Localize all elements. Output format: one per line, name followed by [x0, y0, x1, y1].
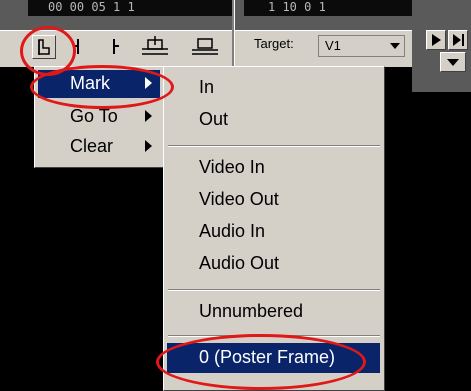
menu-item-label: Mark — [70, 73, 110, 93]
overlay-edit-icon — [192, 38, 218, 55]
menu-item-goto[interactable]: Go To — [38, 103, 160, 131]
submenu-item-label: Audio Out — [199, 253, 280, 273]
submenu-item-label: Out — [199, 109, 229, 129]
right-control-panel — [412, 0, 471, 92]
menu-item-mark[interactable]: Mark — [38, 70, 160, 98]
play-icon — [432, 34, 441, 46]
target-value: V1 — [325, 38, 341, 53]
menu-separator — [168, 335, 380, 337]
play-button[interactable] — [426, 30, 446, 50]
chevron-down-icon — [390, 43, 400, 49]
menu-item-clear[interactable]: Clear — [38, 133, 160, 161]
overlay-edit-button[interactable] — [190, 35, 220, 57]
submenu-item-label: Audio In — [199, 221, 266, 241]
mark-in-icon — [73, 39, 79, 54]
mark-in-button[interactable] — [66, 35, 88, 57]
menu-separator — [168, 289, 380, 291]
submenu-item-audio-out[interactable]: Audio Out — [167, 249, 380, 279]
target-select[interactable]: V1 — [318, 35, 405, 57]
timecode-left: 00 00 05 1 1 — [28, 0, 234, 16]
insert-edit-button[interactable] — [140, 35, 170, 57]
submenu-item-label: Video Out — [199, 189, 279, 209]
submenu-arrow-icon — [145, 140, 152, 152]
submenu-item-label: In — [199, 77, 215, 97]
mark-out-button[interactable] — [104, 35, 126, 57]
mark-clip-icon — [38, 39, 50, 55]
submenu-arrow-icon — [145, 110, 152, 122]
scroll-down-button[interactable] — [440, 52, 466, 72]
forward-icon — [453, 34, 464, 46]
context-menu: Mark Go To Clear — [34, 66, 164, 168]
submenu-item-out[interactable]: Out — [167, 105, 380, 135]
timecode-right: 1 10 0 1 — [244, 0, 436, 16]
target-label: Target: — [254, 36, 294, 51]
submenu-item-unnumbered[interactable]: Unnumbered — [167, 297, 380, 327]
mark-clip-button[interactable] — [32, 35, 56, 59]
mark-out-icon — [113, 39, 119, 54]
submenu-item-label: 0 (Poster Frame) — [199, 347, 336, 367]
insert-edit-icon — [142, 36, 168, 55]
submenu-item-poster-frame[interactable]: 0 (Poster Frame) — [167, 343, 380, 373]
submenu-arrow-icon — [145, 77, 152, 89]
submenu-item-video-out[interactable]: Video Out — [167, 185, 380, 215]
submenu-item-label: Unnumbered — [199, 301, 304, 321]
pane-divider — [232, 0, 235, 66]
next-button[interactable] — [448, 30, 468, 50]
submenu-item-label: Video In — [199, 157, 265, 177]
submenu-item-audio-in[interactable]: Audio In — [167, 217, 380, 247]
submenu-item-in[interactable]: In — [167, 73, 380, 103]
chevron-down-icon — [447, 59, 459, 66]
timecode-strip: 00 00 05 1 1 1 10 0 1 — [0, 0, 471, 30]
menu-separator — [168, 145, 380, 147]
menu-item-label: Go To — [70, 106, 118, 126]
mark-submenu: In Out Video In Video Out Audio In Audio… — [163, 66, 385, 391]
submenu-item-video-in[interactable]: Video In — [167, 153, 380, 183]
menu-item-label: Clear — [70, 136, 114, 156]
